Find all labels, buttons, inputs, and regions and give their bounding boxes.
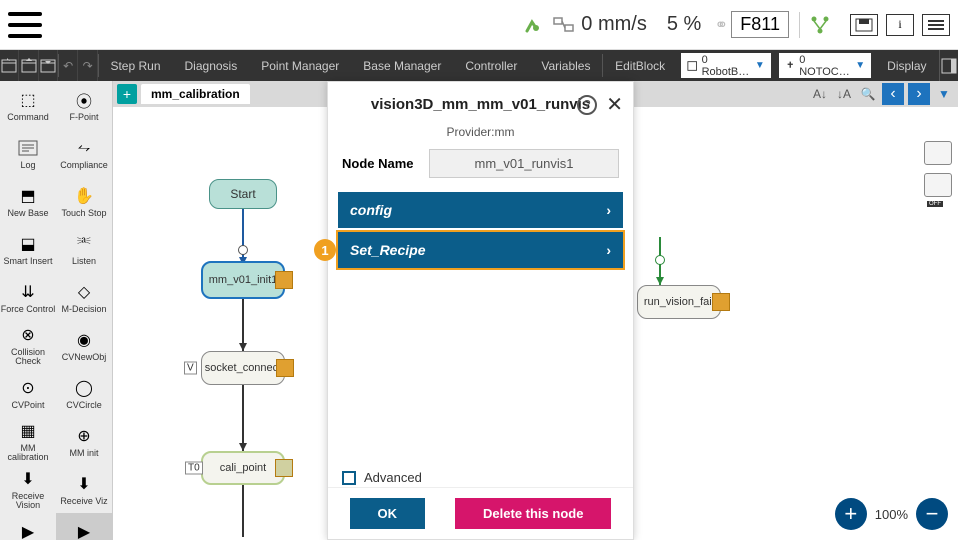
node-editor-modal: vision3D_mm_mm_v01_runvis ? ✕ Provider:m… (327, 81, 634, 540)
tab-active[interactable]: mm_calibration (141, 84, 250, 104)
tool-palette: ⬚Command ⦿F-Point Log ⥊Compliance ⬒New B… (0, 81, 113, 540)
robot-dropdown[interactable]: 0 RobotB…▼ (681, 53, 771, 78)
nav-prev-icon[interactable]: ‹ (882, 83, 904, 105)
nodename-label: Node Name (342, 156, 419, 171)
checkbox-icon[interactable] (342, 471, 356, 485)
pal-mminit[interactable]: ⊕MM init (56, 417, 112, 465)
pal-touchstop[interactable]: ✋Touch Stop (56, 177, 112, 225)
nav-next-icon[interactable]: › (908, 83, 930, 105)
node-socket[interactable]: socket_connect V (201, 351, 285, 385)
help-icon[interactable]: ? (577, 95, 597, 115)
pal-smartinsert[interactable]: ⬓Smart Insert (0, 225, 56, 273)
zoom-label: 100% (875, 507, 908, 522)
pal-cvpoint[interactable]: ⊙CVPoint (0, 369, 56, 417)
node-badge-icon (275, 459, 293, 477)
redo-icon[interactable]: ↷ (78, 50, 97, 81)
menu-base-manager[interactable]: Base Manager (351, 50, 453, 81)
pal-compliance[interactable]: ⥊Compliance (56, 129, 112, 177)
nodename-input[interactable] (429, 149, 619, 178)
pal-recvvision[interactable]: ⬇Receive Vision (0, 465, 56, 513)
menu-variables[interactable]: Variables (529, 50, 602, 81)
node-tag: T0 (185, 462, 203, 475)
connector-dot[interactable] (238, 245, 248, 255)
pal-recvviz[interactable]: ⬇Receive Viz (56, 465, 112, 513)
side-panels (924, 141, 952, 197)
dropdown-icon[interactable]: ▼ (934, 84, 954, 104)
zoom-out-button[interactable]: − (916, 498, 948, 530)
modal-title: vision3D_mm_mm_v01_runvis (371, 96, 590, 113)
pal-forcecontrol[interactable]: ⇊Force Control (0, 273, 56, 321)
canvas-area: + mm_calibration A↓ ↓A 🔍 ‹ › ▼ (113, 81, 958, 540)
menu-controller[interactable]: Controller (453, 50, 529, 81)
pal-runvision[interactable]: ▶Run Vision (0, 513, 56, 540)
ok-button[interactable]: OK (350, 498, 426, 529)
speed-value: 0 mm/s (581, 13, 647, 36)
menu-point-manager[interactable]: Point Manager (249, 50, 351, 81)
pal-runviz[interactable]: ▶Run Viz (56, 513, 112, 540)
pal-command[interactable]: ⬚Command (0, 81, 56, 129)
node-runvision[interactable]: run_vision_fail (637, 285, 721, 319)
panel-toggle-icon[interactable] (939, 50, 958, 81)
config-button[interactable]: config› (338, 192, 623, 228)
node-init[interactable]: mm_v01_init1 (201, 261, 285, 299)
tool-dropdown[interactable]: 0 NOTOC…▼ (779, 53, 871, 78)
add-tab-button[interactable]: + (117, 84, 137, 104)
list-icon[interactable] (922, 14, 950, 36)
info-icon[interactable]: i (886, 14, 914, 36)
pal-log[interactable]: Log (0, 129, 56, 177)
menu-editblock[interactable]: EditBlock (603, 50, 677, 81)
menu-icon[interactable] (8, 12, 42, 38)
menu-display[interactable]: Display (875, 50, 938, 81)
panel-layout-icon[interactable] (924, 141, 952, 165)
close-icon[interactable]: ✕ (606, 92, 623, 117)
node-start[interactable]: Start (209, 179, 277, 209)
pal-newbase[interactable]: ⬒New Base (0, 177, 56, 225)
undo-icon[interactable]: ↶ (59, 50, 78, 81)
percent-value: 5 % (667, 13, 701, 36)
delete-node-button[interactable]: Delete this node (455, 498, 611, 529)
sort-az-icon[interactable]: A↓ (810, 84, 830, 104)
node-badge-icon (276, 359, 294, 377)
menu-diagnosis[interactable]: Diagnosis (173, 50, 250, 81)
node-cali[interactable]: cali_point T0 (201, 451, 285, 485)
file-icon-2[interactable] (19, 50, 38, 81)
code-value: F811 (740, 14, 780, 34)
pal-cvcircle[interactable]: ◯CVCircle (56, 369, 112, 417)
robot-status-icon (523, 15, 543, 35)
pal-mmcalib[interactable]: ▦MM calibration (0, 417, 56, 465)
speed-readout: 0 mm/s (553, 13, 647, 36)
pal-mdecision[interactable]: ◇M-Decision (56, 273, 112, 321)
step-callout: 1 (314, 239, 336, 261)
menu-step-run[interactable]: Step Run (98, 50, 172, 81)
file-icon-1[interactable] (0, 50, 19, 81)
save-icon[interactable] (850, 14, 878, 36)
advanced-checkbox[interactable]: Advanced (342, 470, 422, 485)
status-bar: 0 mm/s 5 % ⚭ F811 i (0, 0, 958, 50)
set-recipe-button[interactable]: Set_Recipe› 1 (338, 232, 623, 268)
node-badge-icon (712, 293, 730, 311)
pal-listen[interactable]: ⎃Listen (56, 225, 112, 273)
pal-collision[interactable]: ⊗Collision Check (0, 321, 56, 369)
sort-za-icon[interactable]: ↓A (834, 84, 854, 104)
node-badge-icon (275, 271, 293, 289)
percent-readout: 5 % (667, 13, 701, 36)
code-box: F811 (731, 11, 789, 38)
panel-monitor-icon[interactable] (924, 173, 952, 197)
zoom-in-button[interactable]: + (835, 498, 867, 530)
file-icon-3[interactable] (39, 50, 58, 81)
zoom-controls: + 100% − (835, 498, 948, 530)
search-icon[interactable]: 🔍 (858, 84, 878, 104)
link-icon: ⚭ (711, 15, 731, 35)
branch-icon[interactable] (810, 15, 830, 35)
menu-bar: ↶ ↷ Step Run Diagnosis Point Manager Bas… (0, 50, 958, 81)
node-tag: V (184, 362, 197, 375)
provider-label: Provider:mm (328, 125, 633, 139)
pal-cvnewobj[interactable]: ◉CVNewObj (56, 321, 112, 369)
connector-dot[interactable] (655, 255, 665, 265)
pal-fpoint[interactable]: ⦿F-Point (56, 81, 112, 129)
